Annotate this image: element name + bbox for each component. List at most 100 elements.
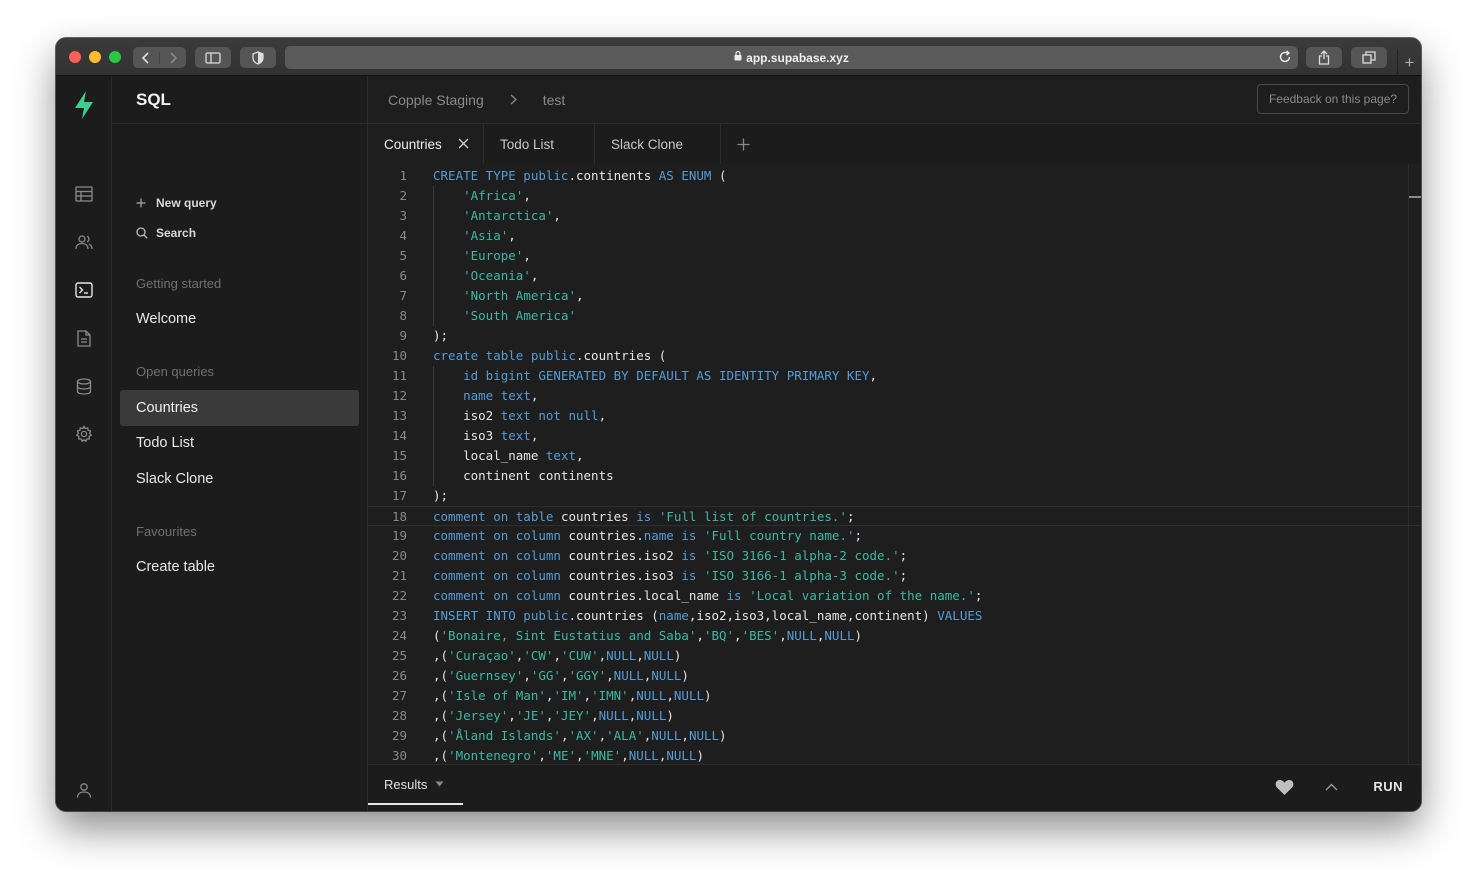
sql-editor[interactable]: 1 CREATE TYPE public.continents AS ENUM (… xyxy=(368,164,1421,764)
code-line[interactable]: 16 continent continents xyxy=(368,466,1421,486)
url-text: app.supabase.xyz xyxy=(746,50,849,65)
code-line[interactable]: 18 comment on table countries is 'Full li… xyxy=(368,506,1421,526)
code-text: 'Africa', xyxy=(463,188,531,203)
table-editor-icon[interactable] xyxy=(74,184,94,204)
code-text: ,('Curaçao','CW','CUW',NULL,NULL) xyxy=(433,648,682,663)
line-number: 22 xyxy=(391,588,407,603)
code-text: ('Bonaire, Sint Eustatius and Saba','BQ'… xyxy=(433,628,863,643)
code-line[interactable]: 8 'South America' xyxy=(368,306,1421,326)
chevron-up-icon[interactable] xyxy=(1325,783,1338,791)
plus-icon xyxy=(737,138,749,150)
line-number: 13 xyxy=(391,408,407,423)
code-line[interactable]: 29 ,('Åland Islands','AX','ALA',NULL,NULL… xyxy=(368,726,1421,746)
code-text: name text, xyxy=(463,388,539,403)
new-query-button[interactable]: New query xyxy=(136,196,217,210)
code-text: comment on column countries.local_name i… xyxy=(433,588,983,603)
shield-icon[interactable] xyxy=(240,47,276,68)
line-number: 28 xyxy=(391,708,407,723)
forward-icon[interactable] xyxy=(160,51,186,64)
code-text: local_name text, xyxy=(433,448,584,463)
database-icon[interactable] xyxy=(74,376,94,396)
main-panel: Copple Staging test Feedback on this pag… xyxy=(368,76,1421,811)
account-icon[interactable] xyxy=(74,780,94,800)
breadcrumb-page[interactable]: test xyxy=(543,92,566,108)
sidebar-item-todo-list[interactable]: Todo List xyxy=(136,435,194,451)
code-line[interactable]: 30 ,('Montenegro','ME','MNE',NULL,NULL) xyxy=(368,746,1421,764)
code-text: create table public.countries ( xyxy=(433,348,667,363)
run-button[interactable]: RUN xyxy=(1373,779,1403,794)
line-number: 24 xyxy=(391,628,407,643)
sidebar-item-create-table[interactable]: Create table xyxy=(136,559,215,575)
sidebar-toggle-icon[interactable] xyxy=(195,47,231,68)
sql-terminal-icon[interactable] xyxy=(74,280,94,300)
share-icon[interactable] xyxy=(1306,47,1342,68)
code-line[interactable]: 23 INSERT INTO public.countries (name,iso… xyxy=(368,606,1421,626)
code-line[interactable]: 20 comment on column countries.iso2 is 'I… xyxy=(368,546,1421,566)
code-text: ,('Guernsey','GG','GGY',NULL,NULL) xyxy=(433,668,689,683)
code-line[interactable]: 11 id bigint GENERATED BY DEFAULT AS IDE… xyxy=(368,366,1421,386)
code-line[interactable]: 13 iso2 text not null, xyxy=(368,406,1421,426)
settings-gear-icon[interactable] xyxy=(74,424,94,444)
section-getting-started: Getting started xyxy=(136,276,222,291)
code-line[interactable]: 2 'Africa', xyxy=(368,186,1421,206)
code-line[interactable]: 9); xyxy=(368,326,1421,346)
code-line[interactable]: 1 CREATE TYPE public.continents AS ENUM ( xyxy=(368,166,1421,186)
code-line[interactable]: 12 name text, xyxy=(368,386,1421,406)
add-tab-button[interactable] xyxy=(721,124,765,164)
code-line[interactable]: 25 ,('Curaçao','CW','CUW',NULL,NULL) xyxy=(368,646,1421,666)
code-line[interactable]: 28 ,('Jersey','JE','JEY',NULL,NULL) xyxy=(368,706,1421,726)
sidebar-title: SQL xyxy=(136,89,171,109)
sidebar-item-slack-clone[interactable]: Slack Clone xyxy=(136,471,213,487)
search-label: Search xyxy=(156,226,197,240)
code-line[interactable]: 10 create table public.countries ( xyxy=(368,346,1421,366)
code-line[interactable]: 17); xyxy=(368,486,1421,506)
new-tab-icon[interactable]: + xyxy=(1397,49,1421,76)
close-icon[interactable] xyxy=(458,137,469,152)
tab-slack-clone[interactable]: Slack Clone xyxy=(595,124,721,164)
sidebar-item-welcome[interactable]: Welcome xyxy=(136,311,196,327)
maximize-window-button[interactable] xyxy=(109,51,121,63)
code-line[interactable]: 22 comment on column countries.local_name… xyxy=(368,586,1421,606)
code-line[interactable]: 26 ,('Guernsey','GG','GGY',NULL,NULL) xyxy=(368,666,1421,686)
back-icon[interactable] xyxy=(134,51,160,64)
tabs-icon[interactable] xyxy=(1351,47,1387,68)
line-number: 2 xyxy=(399,188,407,203)
plus-icon xyxy=(136,198,148,208)
breadcrumb-project[interactable]: Copple Staging xyxy=(388,92,484,108)
code-text: ,('Åland Islands','AX','ALA',NULL,NULL) xyxy=(433,728,727,743)
code-line[interactable]: 6 'Oceania', xyxy=(368,266,1421,286)
search-button[interactable]: Search xyxy=(136,226,196,240)
code-line[interactable]: 4 'Asia', xyxy=(368,226,1421,246)
sql-sidebar: SQL New query Search Getting started Wel… xyxy=(112,76,368,811)
line-number: 8 xyxy=(399,308,407,323)
supabase-logo[interactable] xyxy=(73,90,95,120)
code-text: iso3 text, xyxy=(433,428,539,443)
results-tab[interactable]: Results xyxy=(368,765,463,805)
code-line[interactable]: 24 ('Bonaire, Sint Eustatius and Saba','B… xyxy=(368,626,1421,646)
line-number: 1 xyxy=(399,168,407,183)
results-bar: Results RUN xyxy=(368,764,1421,811)
sidebar-item-countries[interactable]: Countries xyxy=(120,390,359,426)
line-number: 6 xyxy=(399,268,407,283)
feedback-button[interactable]: Feedback on this page? xyxy=(1257,84,1409,114)
docs-icon[interactable] xyxy=(74,328,94,348)
address-bar[interactable]: app.supabase.xyz xyxy=(285,46,1298,69)
heart-icon[interactable] xyxy=(1275,779,1294,796)
code-line[interactable]: 19 comment on column countries.name is 'F… xyxy=(368,526,1421,546)
minimize-window-button[interactable] xyxy=(89,51,101,63)
code-line[interactable]: 15 local_name text, xyxy=(368,446,1421,466)
code-line[interactable]: 21 comment on column countries.iso3 is 'I… xyxy=(368,566,1421,586)
code-line[interactable]: 7 'North America', xyxy=(368,286,1421,306)
code-line[interactable]: 27 ,('Isle of Man','IM','IMN',NULL,NULL) xyxy=(368,686,1421,706)
tab-countries[interactable]: Countries xyxy=(368,124,484,164)
reload-icon[interactable] xyxy=(1278,50,1292,67)
code-line[interactable]: 14 iso3 text, xyxy=(368,426,1421,446)
close-window-button[interactable] xyxy=(69,51,81,63)
code-text: INSERT INTO public.countries (name,iso2,… xyxy=(433,608,983,623)
tab-label: Todo List xyxy=(500,136,555,152)
code-line[interactable]: 5 'Europe', xyxy=(368,246,1421,266)
code-line[interactable]: 3 'Antarctica', xyxy=(368,206,1421,226)
users-icon[interactable] xyxy=(74,232,94,252)
tab-todo-list[interactable]: Todo List xyxy=(484,124,595,164)
code-text: id bigint GENERATED BY DEFAULT AS IDENTI… xyxy=(463,368,878,383)
